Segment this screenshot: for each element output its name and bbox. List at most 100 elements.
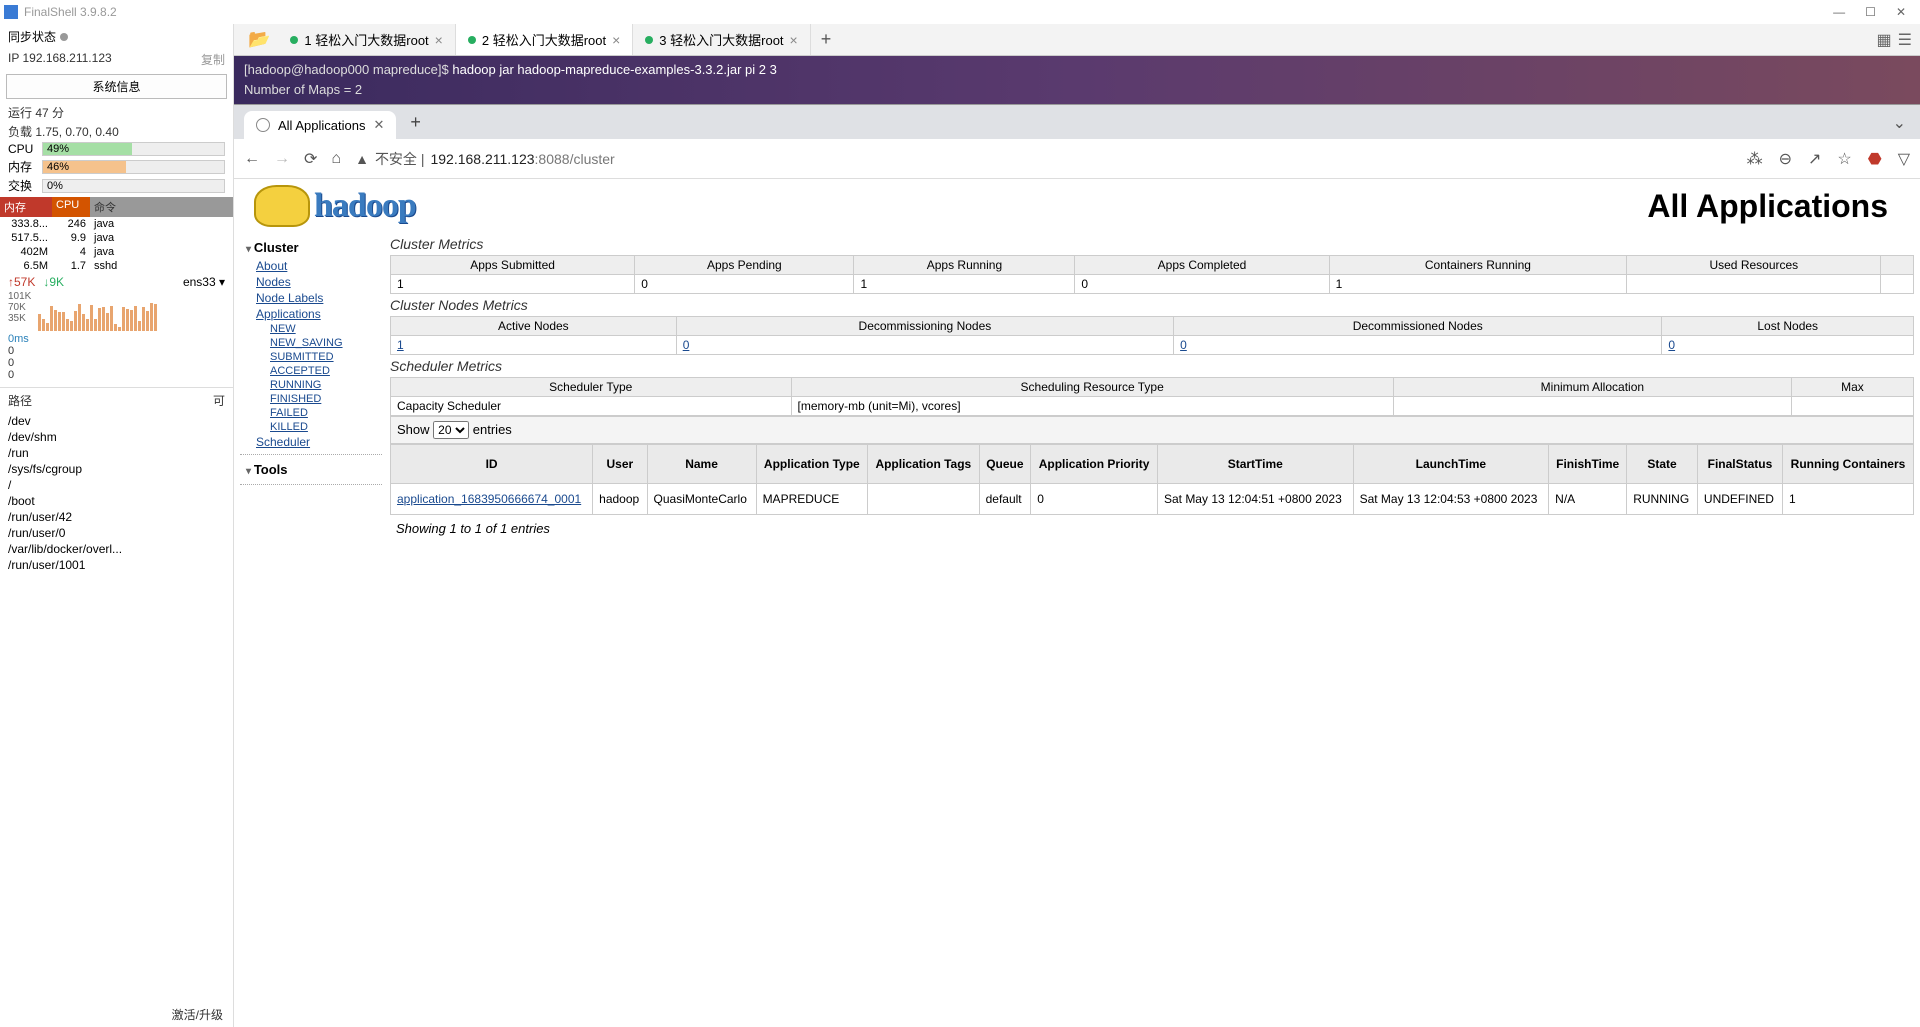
address-bar[interactable]: ▲ 不安全 | 192.168.211.123:8088/cluster <box>355 149 1732 169</box>
menu-icon[interactable]: ☰ <box>1898 30 1912 50</box>
app-id-link[interactable]: application_1683950666674_0001 <box>397 492 581 506</box>
hadoop-sidebar: Cluster AboutNodesNode LabelsApplication… <box>240 233 382 542</box>
sidebar-sublink-failed[interactable]: FAILED <box>270 406 382 420</box>
app-table-header[interactable]: State <box>1627 445 1698 484</box>
close-tab-icon[interactable]: × <box>612 32 620 48</box>
app-table-header[interactable]: ID <box>391 445 593 484</box>
translate-icon[interactable]: ⁂ <box>1747 149 1763 169</box>
path-item[interactable]: /var/lib/docker/overl... <box>0 541 233 557</box>
latency-v3: 0 <box>8 369 225 381</box>
forward-button[interactable]: → <box>274 150 290 168</box>
zoom-icon[interactable]: ⊖ <box>1779 149 1792 169</box>
show-label: Show <box>397 422 430 437</box>
system-info-button[interactable]: 系统信息 <box>6 74 227 99</box>
entries-select[interactable]: 20 <box>433 421 469 439</box>
close-tab-icon[interactable]: × <box>790 32 798 48</box>
finalshell-tab-1[interactable]: 1 轻松入门大数据root× <box>278 24 455 55</box>
browser-tab[interactable]: All Applications ✕ <box>244 111 396 139</box>
path-item[interactable]: /run <box>0 445 233 461</box>
metric-link[interactable]: 0 <box>683 338 690 352</box>
sidebar-scheduler-link[interactable]: Scheduler <box>256 434 382 450</box>
extensions-icon[interactable]: ⬣ <box>1868 149 1882 169</box>
path-item[interactable]: /dev/shm <box>0 429 233 445</box>
show-entries-control: Show 20 entries <box>390 416 1914 444</box>
finalshell-tabstrip: 📂 1 轻松入门大数据root×2 轻松入门大数据root×3 轻松入门大数据r… <box>234 24 1920 56</box>
app-table-header[interactable]: Name <box>647 445 756 484</box>
close-tab-icon[interactable]: ✕ <box>373 117 384 133</box>
close-button[interactable]: ✕ <box>1896 5 1906 19</box>
sidebar-link-nodes[interactable]: Nodes <box>256 274 382 290</box>
app-table-header[interactable]: StartTime <box>1157 445 1353 484</box>
sidebar-link-applications[interactable]: Applications <box>256 306 382 322</box>
app-table-header[interactable]: Application Priority <box>1031 445 1158 484</box>
sidebar-sublink-finished[interactable]: FINISHED <box>270 392 382 406</box>
new-browser-tab-button[interactable]: + <box>400 106 431 139</box>
metric-value: 1 <box>854 275 1075 294</box>
share-icon[interactable]: ↗ <box>1808 149 1821 169</box>
table-header[interactable]: Scheduler Type <box>391 378 792 397</box>
table-header[interactable]: Max <box>1791 378 1913 397</box>
back-button[interactable]: ← <box>244 150 260 168</box>
sidebar-sublink-new[interactable]: NEW <box>270 322 382 336</box>
table-header[interactable]: Scheduling Resource Type <box>791 378 1393 397</box>
bookmark-icon[interactable]: ☆ <box>1837 149 1851 169</box>
path-list: /dev/dev/shm/run/sys/fs/cgroup//boot/run… <box>0 413 233 573</box>
app-table-header[interactable]: User <box>593 445 647 484</box>
app-table-header[interactable]: Application Tags <box>868 445 980 484</box>
copy-ip-button[interactable]: 复制 <box>201 51 225 68</box>
app-table-header[interactable]: Application Type <box>756 445 868 484</box>
path-item[interactable]: /sys/fs/cgroup <box>0 461 233 477</box>
table-header[interactable]: Apps Pending <box>635 256 854 275</box>
path-item[interactable]: /run/user/1001 <box>0 557 233 573</box>
app-table-header[interactable]: Running Containers <box>1783 445 1914 484</box>
sidebar-sublink-running[interactable]: RUNNING <box>270 378 382 392</box>
table-header[interactable]: Apps Running <box>854 256 1075 275</box>
maximize-button[interactable]: ☐ <box>1865 5 1876 19</box>
metric-link[interactable]: 1 <box>397 338 404 352</box>
table-header[interactable]: Decommissioning Nodes <box>676 317 1173 336</box>
terminal[interactable]: [hadoop@hadoop000 mapreduce]$ hadoop jar… <box>234 56 1920 104</box>
app-table-header[interactable]: LaunchTime <box>1353 445 1549 484</box>
table-header[interactable]: Apps Completed <box>1075 256 1329 275</box>
table-header[interactable]: Decommissioned Nodes <box>1174 317 1662 336</box>
folder-icon[interactable]: 📂 <box>240 29 278 50</box>
finalshell-tab-3[interactable]: 3 轻松入门大数据root× <box>633 24 810 55</box>
grid-icon[interactable]: ▦ <box>1877 30 1892 50</box>
metric-link[interactable]: 0 <box>1180 338 1187 352</box>
table-header[interactable]: Used Resources <box>1627 256 1881 275</box>
sidebar-link-about[interactable]: About <box>256 258 382 274</box>
app-table-header[interactable]: FinishTime <box>1549 445 1627 484</box>
sidebar-sublink-killed[interactable]: KILLED <box>270 420 382 434</box>
sidebar-sublink-submitted[interactable]: SUBMITTED <box>270 350 382 364</box>
sidebar-cluster[interactable]: Cluster <box>240 237 382 258</box>
reload-button[interactable]: ⟳ <box>304 149 317 169</box>
app-table-header[interactable]: FinalStatus <box>1697 445 1782 484</box>
app-table-header[interactable]: Queue <box>979 445 1031 484</box>
home-button[interactable]: ⌂ <box>331 150 341 168</box>
path-item[interactable]: /run/user/0 <box>0 525 233 541</box>
new-tab-button[interactable]: + <box>811 29 842 50</box>
path-item[interactable]: / <box>0 477 233 493</box>
finalshell-tab-2[interactable]: 2 轻松入门大数据root× <box>456 24 633 55</box>
sidebar-sublink-accepted[interactable]: ACCEPTED <box>270 364 382 378</box>
status-dot-icon <box>468 36 476 44</box>
table-header[interactable]: Minimum Allocation <box>1393 378 1791 397</box>
table-header[interactable]: Lost Nodes <box>1662 317 1914 336</box>
sidebar-link-node-labels[interactable]: Node Labels <box>256 290 382 306</box>
activate-button[interactable]: 激活/升级 <box>172 1006 223 1023</box>
hadoop-page: hadoop All Applications Cluster AboutNod… <box>234 179 1920 1027</box>
browser-menu-icon[interactable]: ▽ <box>1898 149 1910 169</box>
table-header[interactable]: Containers Running <box>1329 256 1627 275</box>
minimize-button[interactable]: — <box>1833 5 1845 19</box>
close-tab-icon[interactable]: × <box>435 32 443 48</box>
net-interface-select[interactable]: ens33 ▾ <box>183 275 225 289</box>
path-item[interactable]: /dev <box>0 413 233 429</box>
tabs-dropdown-icon[interactable]: ⌄ <box>1879 107 1920 139</box>
path-item[interactable]: /boot <box>0 493 233 509</box>
sidebar-sublink-new_saving[interactable]: NEW_SAVING <box>270 336 382 350</box>
path-item[interactable]: /run/user/42 <box>0 509 233 525</box>
table-header[interactable]: Apps Submitted <box>391 256 635 275</box>
sidebar-tools[interactable]: Tools <box>240 459 382 480</box>
metric-link[interactable]: 0 <box>1668 338 1675 352</box>
table-header[interactable]: Active Nodes <box>391 317 677 336</box>
